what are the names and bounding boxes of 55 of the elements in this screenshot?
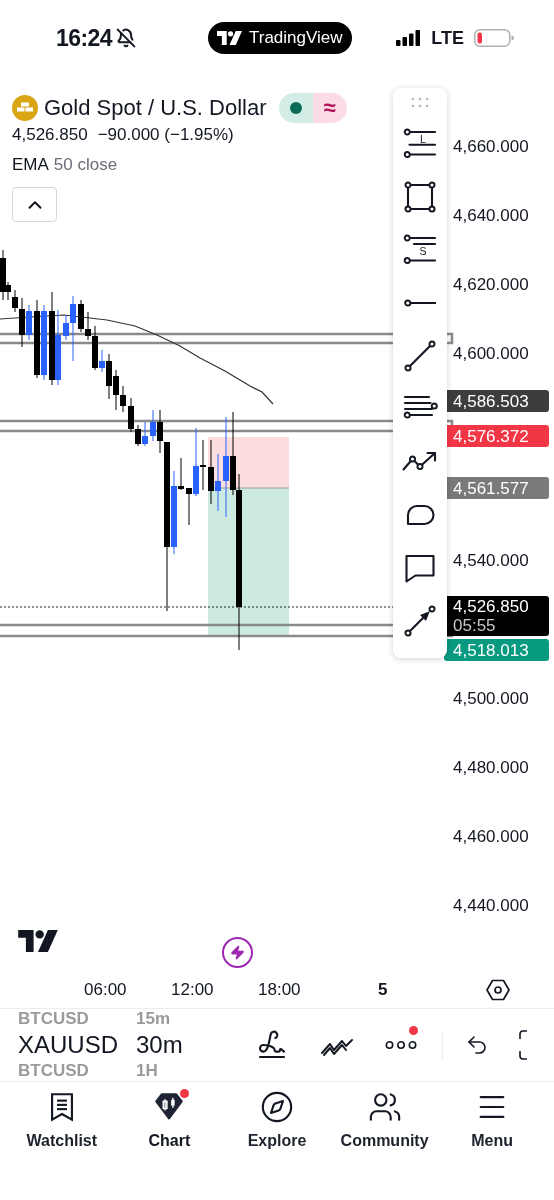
price-axis-label: 4,500.000 — [453, 689, 529, 709]
trend-line-icon — [402, 338, 438, 374]
arrow-icon — [402, 603, 438, 639]
price-tag-value: 4,586.503 — [453, 391, 529, 411]
nav-tab[interactable]: Community — [330, 1090, 439, 1153]
price-tag-value: 4,526.850 — [453, 597, 529, 616]
indicator-params: 50 close — [53, 154, 118, 176]
price-tag-value: 4,576.372 — [453, 426, 529, 446]
indicator-name: EMA — [12, 154, 49, 176]
compass-icon — [260, 1090, 294, 1124]
rectangle-icon — [402, 179, 438, 215]
lightning-icon — [230, 945, 245, 960]
price-axis-label: 4,480.000 — [453, 758, 529, 778]
lightning-button[interactable] — [222, 937, 253, 968]
time-axis-label: 18:00 — [258, 979, 302, 1002]
status-time: 16:24 — [56, 23, 112, 53]
price-axis-label: 4,600.000 — [453, 344, 529, 364]
tradingview-logo — [217, 31, 242, 45]
settings-icon[interactable] — [486, 979, 510, 1001]
battery-icon — [474, 29, 514, 47]
bell-off-icon — [115, 28, 136, 48]
nav-tab[interactable]: Chart — [115, 1090, 224, 1153]
nav-tab[interactable]: Explore — [223, 1090, 331, 1153]
horizontal-ray-icon — [404, 299, 436, 307]
price-axis-label: 4,640.000 — [453, 206, 529, 226]
time-axis-label: 12:00 — [171, 979, 215, 1002]
last-price: 4,526.850 — [12, 124, 88, 146]
symbol-title: Gold Spot / U.S. Dollar — [44, 94, 267, 122]
price-axis-label: 4,440.000 — [453, 896, 529, 916]
time-axis-label: 5 — [377, 979, 389, 1002]
price-change: −90.000 (−1.95%) — [97, 124, 234, 146]
undo-icon[interactable] — [465, 1033, 489, 1057]
nav-tab[interactable]: Menu — [438, 1090, 546, 1153]
network-label: LTE — [431, 26, 464, 50]
nav-tab[interactable]: Watchlist — [8, 1090, 116, 1153]
drawing-tool-button[interactable]: S — [400, 232, 440, 268]
price-tag-value: 4,518.013 — [453, 640, 529, 660]
price-axis-label: 4,460.000 — [453, 827, 529, 847]
collapse-button[interactable] — [12, 187, 57, 222]
drawing-tool-button[interactable]: L — [400, 126, 440, 162]
bullion-icon — [12, 95, 38, 121]
price-axis-label: 4,540.000 — [453, 551, 529, 571]
price-axis-label: 4,620.000 — [453, 275, 529, 295]
people-icon — [367, 1090, 402, 1124]
time-axis-label: 06:00 — [84, 979, 128, 1002]
delayed-data-symbol: ≈ — [323, 97, 336, 119]
drag-handle-icon — [410, 97, 430, 109]
price-axis-label: 4,660.000 — [453, 137, 529, 157]
pen-icon[interactable] — [256, 1029, 288, 1061]
more-icon[interactable] — [385, 1040, 417, 1050]
price-tag-value: 4,561.577 — [453, 478, 529, 498]
signal-icon — [396, 30, 422, 46]
app-pill-label: TradingView — [249, 27, 343, 50]
tradingview-logo — [16, 930, 60, 952]
countdown-label: 05:55 — [453, 616, 496, 635]
